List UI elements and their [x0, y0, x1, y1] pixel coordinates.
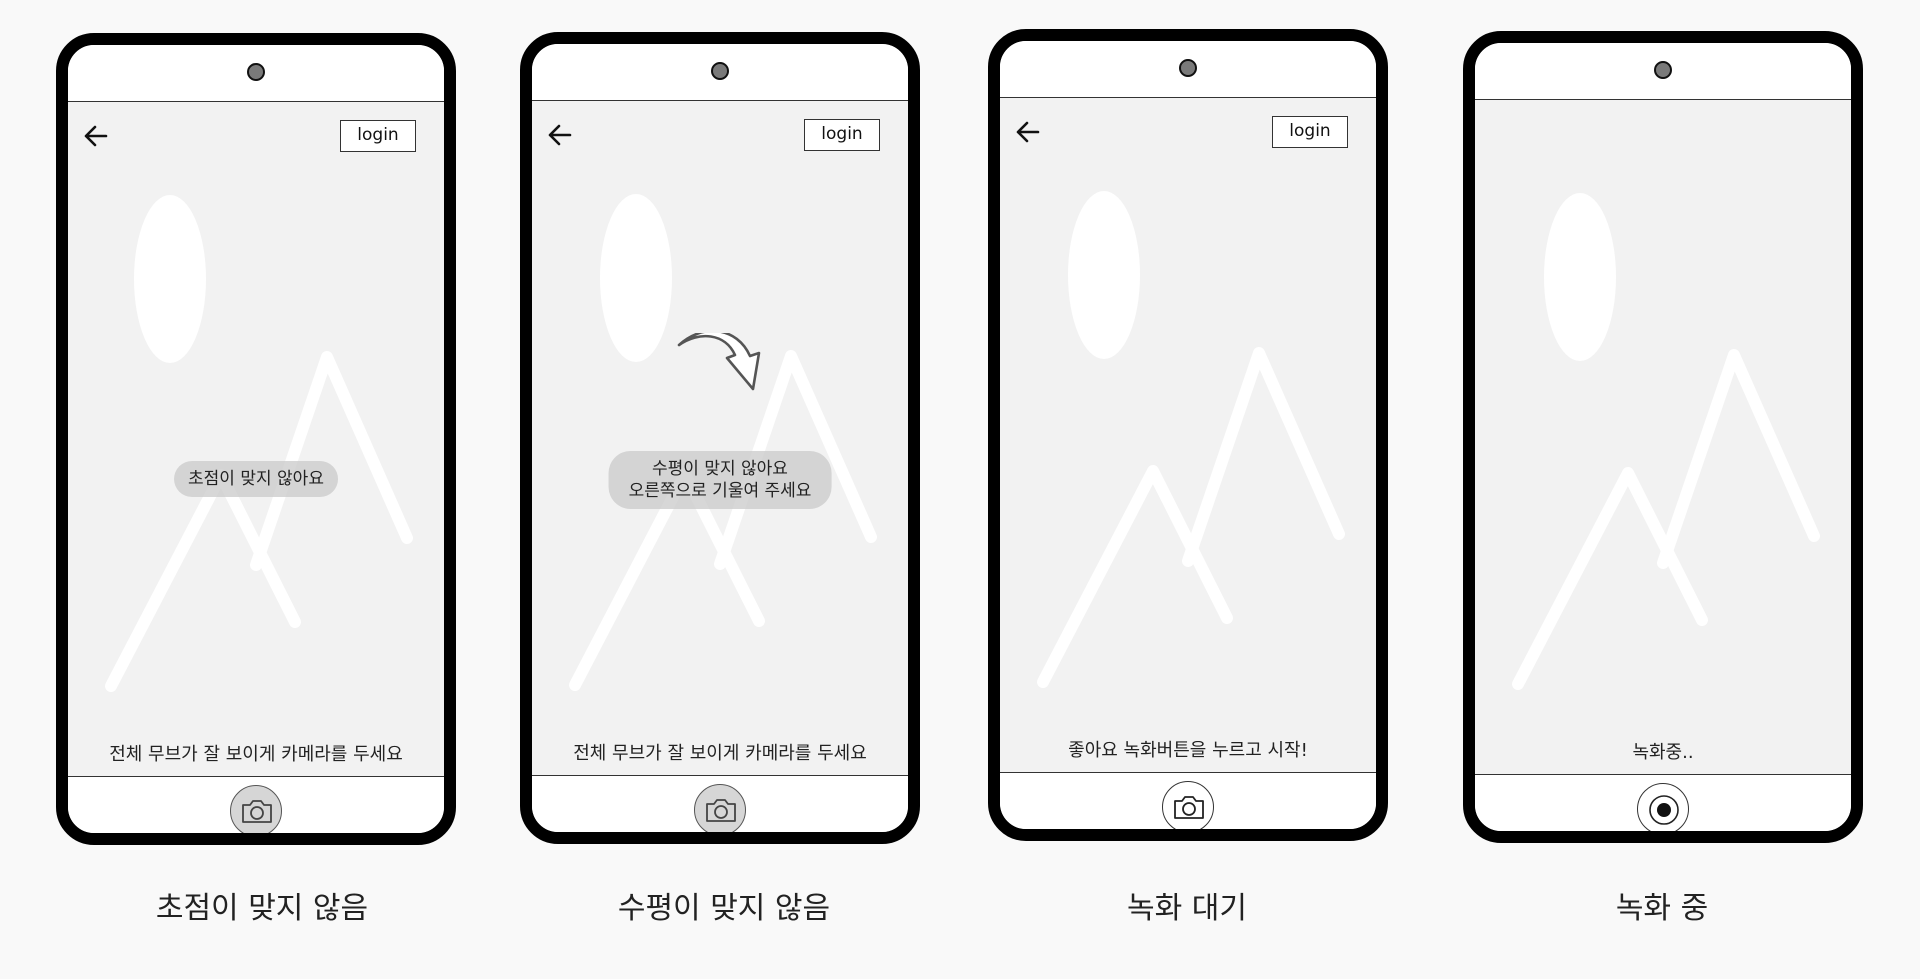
phone-frame-ready: login 좋아요 녹화버튼을 누르고 시작!: [988, 29, 1388, 841]
login-button[interactable]: login: [804, 119, 880, 151]
front-camera-icon: [1654, 61, 1672, 79]
tilt-right-arrow-icon: [677, 333, 761, 391]
phone-frame-recording: 녹화중..: [1463, 31, 1863, 843]
camera-preview: 수평이 맞지 않아요 오른쪽으로 기울여 주세요 login 전체 무브가 잘 …: [532, 101, 908, 775]
guide-text: 전체 무브가 잘 보이게 카메라를 두세요: [109, 744, 403, 765]
image-placeholder-icon: [1037, 191, 1345, 688]
toast-text: 초점이 맞지 않아요: [188, 469, 324, 489]
front-camera-icon: [711, 62, 729, 80]
image-placeholder-icon: [569, 194, 877, 691]
status-bar: [68, 45, 444, 102]
status-bar: [1475, 43, 1851, 100]
login-button[interactable]: login: [340, 120, 416, 152]
toast-text-line-1: 수평이 맞지 않아요: [652, 459, 788, 479]
guide-text: 전체 무브가 잘 보이게 카메라를 두세요: [573, 743, 867, 764]
storyboard: login 초점이 맞지 않아요 전체 무브가 잘 보이게 카메라를 두세요 수…: [0, 0, 1920, 979]
record-icon: [1649, 795, 1679, 825]
camera-preview: login 좋아요 녹화버튼을 누르고 시작!: [1000, 98, 1376, 772]
status-bar: [1000, 41, 1376, 98]
front-camera-icon: [1179, 59, 1197, 77]
status-bar: [532, 44, 908, 101]
level-warning-toast: 수평이 맞지 않아요 오른쪽으로 기울여 주세요: [608, 451, 832, 509]
shutter-button[interactable]: [694, 784, 746, 832]
caption-out-of-focus: 초점이 맞지 않음: [155, 891, 369, 926]
phone-frame-out-of-focus: login 초점이 맞지 않아요 전체 무브가 잘 보이게 카메라를 두세요: [56, 33, 456, 845]
focus-warning-toast: 초점이 맞지 않아요: [174, 461, 338, 497]
camera-icon: [706, 799, 736, 822]
phone-frame-not-level: 수평이 맞지 않아요 오른쪽으로 기울여 주세요 login 전체 무브가 잘 …: [520, 32, 920, 844]
bottom-controls: [1475, 774, 1851, 831]
camera-preview: login 초점이 맞지 않아요 전체 무브가 잘 보이게 카메라를 두세요: [68, 102, 444, 776]
camera-icon: [1174, 796, 1204, 819]
record-button[interactable]: [1162, 781, 1214, 829]
caption-recording: 녹화 중: [1615, 891, 1709, 926]
image-placeholder-icon: [1512, 193, 1820, 690]
front-camera-icon: [247, 63, 265, 81]
back-arrow-icon[interactable]: [80, 120, 112, 152]
camera-preview: 녹화중..: [1475, 100, 1851, 774]
stop-record-button[interactable]: [1637, 783, 1689, 831]
recording-status-text: 녹화중..: [1632, 742, 1694, 763]
bottom-controls: [68, 776, 444, 833]
caption-not-level: 수평이 맞지 않음: [617, 891, 831, 926]
toast-text-line-2: 오른쪽으로 기울여 주세요: [628, 481, 812, 501]
guide-text: 좋아요 녹화버튼을 누르고 시작!: [1068, 740, 1308, 761]
back-arrow-icon[interactable]: [1012, 116, 1044, 148]
bottom-controls: [1000, 772, 1376, 829]
shutter-button[interactable]: [230, 785, 282, 833]
image-placeholder-icon: [105, 195, 413, 692]
caption-ready: 녹화 대기: [1127, 891, 1247, 926]
camera-icon: [242, 800, 272, 823]
back-arrow-icon[interactable]: [544, 119, 576, 151]
login-button[interactable]: login: [1272, 116, 1348, 148]
bottom-controls: [532, 775, 908, 832]
